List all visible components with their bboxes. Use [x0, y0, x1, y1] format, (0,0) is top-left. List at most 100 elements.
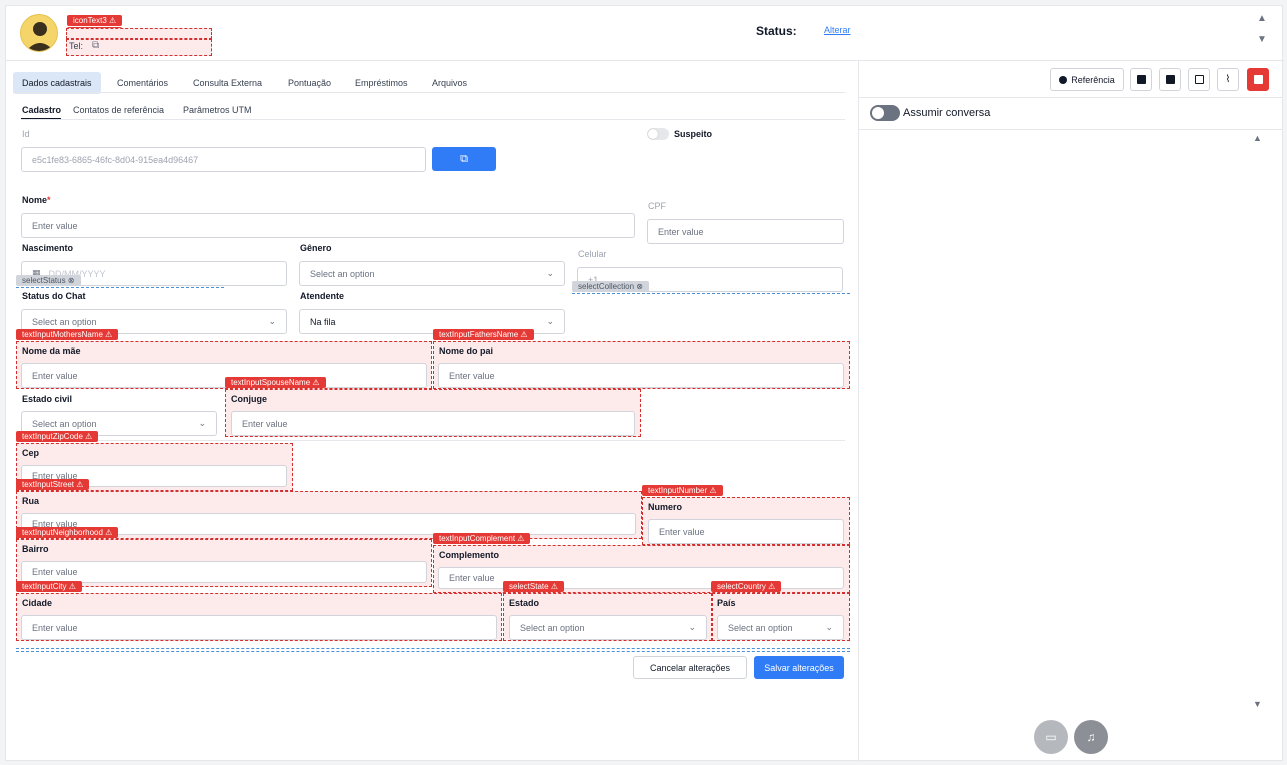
tag-complement: textInputComplement ⚠ — [433, 533, 531, 544]
tag-label: textInputNumber — [648, 486, 708, 495]
tag-label: selectCollection — [578, 282, 635, 291]
copy-icon[interactable]: ⧉ — [92, 40, 99, 51]
form-outline — [16, 648, 850, 649]
copy-id-button[interactable]: ⧉ — [432, 147, 496, 171]
archive-icon — [1194, 75, 1204, 84]
mother-input[interactable]: Enter value — [21, 363, 427, 388]
tel-label: Tel: — [69, 41, 84, 51]
message-icon-button[interactable] — [1159, 68, 1181, 91]
scroll-up-icon[interactable]: ▲ — [1257, 13, 1267, 24]
tab-consulta-externa[interactable]: Consulta Externa — [184, 72, 271, 94]
tab-emprestimos[interactable]: Empréstimos — [346, 72, 417, 94]
tel-highlight — [66, 39, 212, 56]
complement-label: Complemento — [439, 550, 500, 560]
required-mark: * — [47, 195, 51, 205]
suspect-toggle[interactable] — [647, 128, 669, 140]
tag-label: textInputMothersName — [22, 330, 103, 339]
country-select[interactable]: Select an option ⌄ — [717, 615, 844, 640]
tag-label: selectState — [509, 582, 549, 591]
complement-input[interactable]: Enter value — [438, 567, 844, 589]
name-input[interactable]: Enter value — [21, 213, 635, 238]
avatar — [20, 14, 58, 52]
reference-button-label: Referência — [1071, 74, 1115, 85]
placeholder: Enter value — [659, 526, 705, 537]
tag-label: selectCountry — [717, 582, 766, 591]
city-input[interactable]: Enter value — [21, 615, 497, 640]
chat-scroll-down-icon[interactable]: ▼ — [1253, 699, 1262, 709]
archive-icon-button[interactable] — [1188, 68, 1210, 91]
chat-icon-button[interactable] — [1130, 68, 1152, 91]
icontext4-highlight — [66, 28, 212, 39]
tag-label: textInputCity — [22, 582, 67, 591]
placeholder: Enter value — [32, 622, 78, 633]
street-label: Rua — [22, 496, 40, 506]
assume-conversation-toggle[interactable] — [870, 105, 900, 121]
save-button[interactable]: Salvar alterações — [754, 656, 844, 679]
country-label: País — [717, 598, 736, 608]
placeholder: Select an option — [32, 418, 97, 429]
placeholder: Select an option — [728, 622, 793, 633]
spouse-input[interactable]: Enter value — [231, 411, 635, 436]
cpf-input[interactable]: Enter value — [647, 219, 844, 244]
placeholder: Enter value — [242, 418, 288, 429]
id-field[interactable]: e5c1fe83-6865-46fc-8d04-915ea4d96467 — [21, 147, 426, 172]
chevron-down-icon: ⌄ — [546, 268, 554, 278]
number-label: Numero — [648, 502, 683, 512]
number-input[interactable]: Enter value — [648, 519, 844, 544]
cancel-button[interactable]: Cancelar alterações — [633, 656, 747, 679]
panel-divider — [858, 60, 859, 762]
chevron-down-icon: ⌄ — [825, 622, 833, 632]
tab-pontuacao[interactable]: Pontuação — [279, 72, 340, 94]
placeholder: Enter value — [449, 573, 495, 583]
tag-label: textInputComplement — [439, 534, 516, 543]
tag-neighborhood: textInputNeighborhood ⚠ — [16, 527, 119, 538]
placeholder: Select an option — [32, 316, 97, 327]
reference-button[interactable]: Referência — [1050, 68, 1124, 91]
placeholder: Enter value — [32, 567, 78, 577]
chat-scroll-up-icon[interactable]: ▲ — [1253, 133, 1262, 143]
zip-label: Cep — [22, 448, 40, 458]
chat-button[interactable]: ▭ — [1034, 720, 1068, 754]
placeholder: Enter value — [32, 220, 78, 231]
change-status-link[interactable]: Alterar — [824, 25, 851, 35]
neighborhood-input[interactable]: Enter value — [21, 561, 427, 583]
cpf-label: CPF — [648, 201, 666, 211]
father-label: Nome do pai — [439, 346, 494, 356]
tag-country: selectCountry ⚠ — [711, 581, 782, 592]
gender-select[interactable]: Select an option ⌄ — [299, 261, 565, 286]
select-status-outline — [16, 287, 224, 288]
tag-label: textInputNeighborhood — [22, 528, 103, 537]
state-select[interactable]: Select an option ⌄ — [509, 615, 707, 640]
subtab-cadastro[interactable]: Cadastro — [22, 105, 61, 115]
father-input[interactable]: Enter value — [438, 363, 844, 388]
tab-comentarios[interactable]: Comentários — [108, 72, 177, 94]
subtab-contatos[interactable]: Contatos de referência — [73, 105, 164, 115]
placeholder: Select an option — [310, 268, 375, 279]
close-chat-button[interactable] — [1247, 68, 1269, 91]
placeholder: Enter value — [658, 226, 704, 237]
chevron-down-icon: ⌄ — [198, 418, 206, 428]
tab-dados-cadastrais[interactable]: Dados cadastrais — [13, 72, 101, 94]
tag-fathers-name: textInputFathersName ⚠ — [433, 329, 534, 340]
birth-label: Nascimento — [22, 243, 74, 253]
audio-button[interactable]: ♫ — [1074, 720, 1108, 754]
tabs-divider — [13, 92, 845, 93]
id-value: e5c1fe83-6865-46fc-8d04-915ea4d96467 — [32, 154, 199, 165]
tag-state: selectState ⚠ — [503, 581, 564, 592]
tab-arquivos[interactable]: Arquivos — [423, 72, 476, 94]
mother-label: Nome da mãe — [22, 346, 81, 356]
chevron-down-icon: ⌄ — [546, 316, 554, 326]
placeholder: Select an option — [520, 622, 585, 633]
attendant-label: Atendente — [300, 291, 345, 301]
attach-button[interactable]: ⌇ — [1217, 68, 1239, 91]
tag-mothers-name: textInputMothersName ⚠ — [16, 329, 119, 340]
placeholder: Enter value — [32, 370, 78, 381]
gender-label: Gênero — [300, 243, 332, 253]
form-outline-2 — [16, 651, 850, 652]
suspect-label: Suspeito — [674, 129, 713, 139]
scroll-down-icon[interactable]: ▼ — [1257, 34, 1267, 45]
subtab-utm[interactable]: Parâmetros UTM — [183, 105, 252, 115]
tag-city: textInputCity ⚠ — [16, 581, 82, 592]
cellphone-label: Celular — [578, 249, 607, 259]
paperclip-icon: ⌇ — [1225, 74, 1231, 85]
